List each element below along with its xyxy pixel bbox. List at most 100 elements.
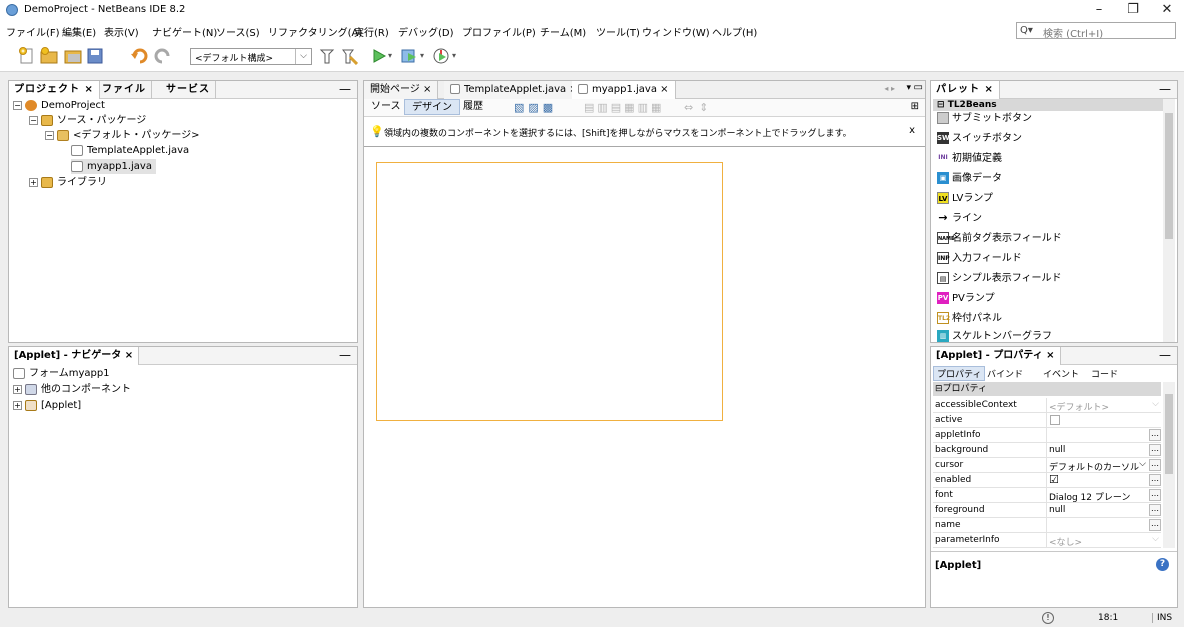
tree-item-templateapplet[interactable]: TemplateApplet.java bbox=[71, 143, 189, 158]
prop-row-font[interactable]: font Dialog 12 プレーン… bbox=[933, 488, 1161, 503]
active-checkbox[interactable] bbox=[1050, 415, 1060, 425]
redo-icon[interactable] bbox=[154, 47, 172, 65]
resize-icon[interactable]: ⇔⇕ bbox=[684, 101, 714, 114]
palette-item-line[interactable]: → ライン bbox=[937, 210, 982, 228]
prop-row-foreground[interactable]: foreground null… bbox=[933, 503, 1161, 518]
subtab-source[interactable]: ソース bbox=[364, 99, 408, 115]
tree-item-source-packages[interactable]: − ソース・パッケージ bbox=[29, 113, 146, 128]
applet-form-preview[interactable] bbox=[376, 162, 723, 421]
tree-item-myapp1[interactable]: myapp1.java bbox=[71, 159, 156, 174]
menu-team[interactable]: チーム(M) bbox=[540, 24, 586, 39]
close-button[interactable]: ✕ bbox=[1150, 0, 1184, 20]
edit-property-button[interactable]: … bbox=[1149, 429, 1161, 441]
tab-list-icon[interactable]: ▾ bbox=[906, 83, 911, 93]
tab-projects[interactable]: プロジェクト × bbox=[9, 81, 100, 99]
enabled-checkbox[interactable]: ☑ bbox=[1049, 473, 1059, 486]
design-canvas[interactable] bbox=[364, 147, 925, 607]
properties-section[interactable]: ⊟プロパティ bbox=[933, 382, 1161, 396]
menu-edit[interactable]: 編集(E) bbox=[62, 24, 96, 39]
prop-row-cursor[interactable]: cursor デフォルトのカーソル ⌵… bbox=[933, 458, 1161, 473]
collapse-icon[interactable]: − bbox=[45, 130, 54, 140]
menu-window[interactable]: ウィンドウ(W) bbox=[642, 24, 710, 39]
help-icon[interactable]: ? bbox=[1156, 558, 1169, 571]
palette-item-image-data[interactable]: ▣ 画像データ bbox=[937, 170, 1002, 188]
palette-item-simple-display-field[interactable]: ▤ シンプル表示フィールド bbox=[937, 270, 1062, 288]
tab-scroll-icon[interactable]: ◂ ▸ bbox=[884, 84, 895, 93]
edit-property-button[interactable]: … bbox=[1149, 489, 1161, 501]
run-dropdown-icon[interactable]: ▾ bbox=[388, 47, 396, 65]
chevron-down-icon[interactable]: ⌵ bbox=[1139, 459, 1146, 469]
prop-row-active[interactable]: active bbox=[933, 413, 1161, 428]
new-file-icon[interactable] bbox=[18, 47, 36, 65]
run-icon[interactable] bbox=[370, 47, 388, 65]
maximize-button[interactable]: ❐ bbox=[1116, 0, 1150, 20]
minimize-button[interactable]: – bbox=[1082, 0, 1116, 20]
tab-navigator[interactable]: [Applet] - ナビゲータ × bbox=[9, 347, 140, 365]
menu-tools[interactable]: ツール(T) bbox=[596, 24, 640, 39]
palette-item-skeleton-bar-graph[interactable]: ▥ スケルトンバーグラフ bbox=[937, 328, 1052, 346]
menu-profile[interactable]: プロファイル(P) bbox=[462, 24, 536, 39]
subtab-history[interactable]: 履歴 bbox=[456, 99, 490, 115]
menu-help[interactable]: ヘルプ(H) bbox=[712, 24, 757, 39]
palette-item-pv-lamp[interactable]: PV PVランプ bbox=[937, 290, 995, 308]
palette-item-submit-button[interactable]: サブミットボタン bbox=[937, 110, 1032, 128]
palette-item-name-tag-field[interactable]: NAME名前タグ表示フィールド bbox=[937, 230, 1062, 248]
minimize-panel-button[interactable]: — bbox=[339, 81, 351, 97]
expand-icon[interactable]: + bbox=[13, 400, 22, 410]
scrollbar-thumb[interactable] bbox=[1165, 113, 1173, 239]
minimize-panel-button[interactable]: — bbox=[339, 347, 351, 363]
search-input[interactable]: 検索 (Ctrl+I) bbox=[1043, 25, 1103, 40]
subtab-code[interactable]: コード bbox=[1091, 367, 1118, 380]
prop-row-name[interactable]: name… bbox=[933, 518, 1161, 533]
tab-start-page[interactable]: 開始ページ × bbox=[364, 81, 439, 99]
properties-scrollbar[interactable] bbox=[1163, 382, 1175, 548]
subtab-properties[interactable]: プロパティ bbox=[933, 366, 986, 381]
open-project-icon[interactable] bbox=[64, 47, 82, 65]
expand-icon[interactable]: + bbox=[29, 177, 38, 187]
palette-item-lv-lamp[interactable]: LV LVランプ bbox=[937, 190, 993, 208]
edit-property-button[interactable]: … bbox=[1149, 444, 1161, 456]
tree-item-default-package[interactable]: − <デフォルト・パッケージ> bbox=[45, 128, 200, 143]
hint-close-button[interactable]: x bbox=[909, 125, 915, 136]
nav-item-applet[interactable]: + [Applet] bbox=[13, 398, 81, 413]
menu-refactor[interactable]: リファクタリング(A) bbox=[268, 24, 362, 39]
menu-debug[interactable]: デバッグ(D) bbox=[398, 24, 454, 39]
palette-item-initial-value[interactable]: INI 初期値定義 bbox=[937, 150, 1002, 168]
nav-item-form[interactable]: フォームmyapp1 bbox=[13, 366, 110, 381]
edit-property-button[interactable]: … bbox=[1149, 474, 1161, 486]
edit-property-button[interactable]: … bbox=[1149, 504, 1161, 516]
prop-row-parameterinfo[interactable]: parameterInfo <なし> ⌵ bbox=[933, 533, 1161, 548]
tab-templateapplet[interactable]: TemplateApplet.java × bbox=[444, 81, 585, 99]
prop-row-appletinfo[interactable]: appletInfo… bbox=[933, 428, 1161, 443]
nav-item-other-components[interactable]: + 他のコンポーネント bbox=[13, 382, 131, 397]
subtab-design[interactable]: デザイン bbox=[404, 99, 460, 115]
subtab-events[interactable]: イベント bbox=[1043, 367, 1079, 380]
prop-row-accessiblecontext[interactable]: accessibleContext <デフォルト> ⌵ bbox=[933, 398, 1161, 413]
new-project-icon[interactable] bbox=[40, 47, 58, 65]
chevron-down-icon[interactable]: ⌵ bbox=[295, 49, 311, 64]
subtab-binding[interactable]: バインド bbox=[987, 367, 1023, 380]
collapse-icon[interactable]: − bbox=[29, 115, 38, 125]
collapse-icon[interactable]: − bbox=[13, 100, 22, 110]
menu-navigate[interactable]: ナビゲート(N) bbox=[152, 24, 217, 39]
palette-scrollbar[interactable] bbox=[1163, 99, 1175, 342]
config-select[interactable]: <デフォルト構成> ⌵ bbox=[190, 48, 312, 65]
menu-run[interactable]: 実行(R) bbox=[354, 24, 389, 39]
maximize-editor-icon[interactable]: ▭ bbox=[914, 82, 923, 93]
profile-dropdown-icon[interactable]: ▾ bbox=[452, 47, 460, 65]
tab-myapp1[interactable]: myapp1.java × bbox=[572, 81, 676, 99]
undo-icon[interactable] bbox=[130, 47, 148, 65]
debug-icon[interactable] bbox=[400, 47, 418, 65]
debug-dropdown-icon[interactable]: ▾ bbox=[420, 47, 428, 65]
tab-properties-window[interactable]: [Applet] - プロパティ × bbox=[931, 347, 1061, 365]
clean-build-icon[interactable] bbox=[340, 47, 359, 66]
palette-item-input-field[interactable]: INP 入力フィールド bbox=[937, 250, 1022, 268]
menu-source[interactable]: ソース(S) bbox=[216, 24, 260, 39]
minimize-panel-button[interactable]: — bbox=[1159, 81, 1171, 97]
edit-property-button[interactable]: … bbox=[1149, 519, 1161, 531]
prop-row-enabled[interactable]: enabled ☑… bbox=[933, 473, 1161, 488]
menu-file[interactable]: ファイル(F) bbox=[6, 24, 60, 39]
palette-item-switch-button[interactable]: SW スイッチボタン bbox=[937, 130, 1022, 148]
tab-palette[interactable]: パレット × bbox=[931, 81, 1000, 99]
menu-view[interactable]: 表示(V) bbox=[104, 24, 139, 39]
